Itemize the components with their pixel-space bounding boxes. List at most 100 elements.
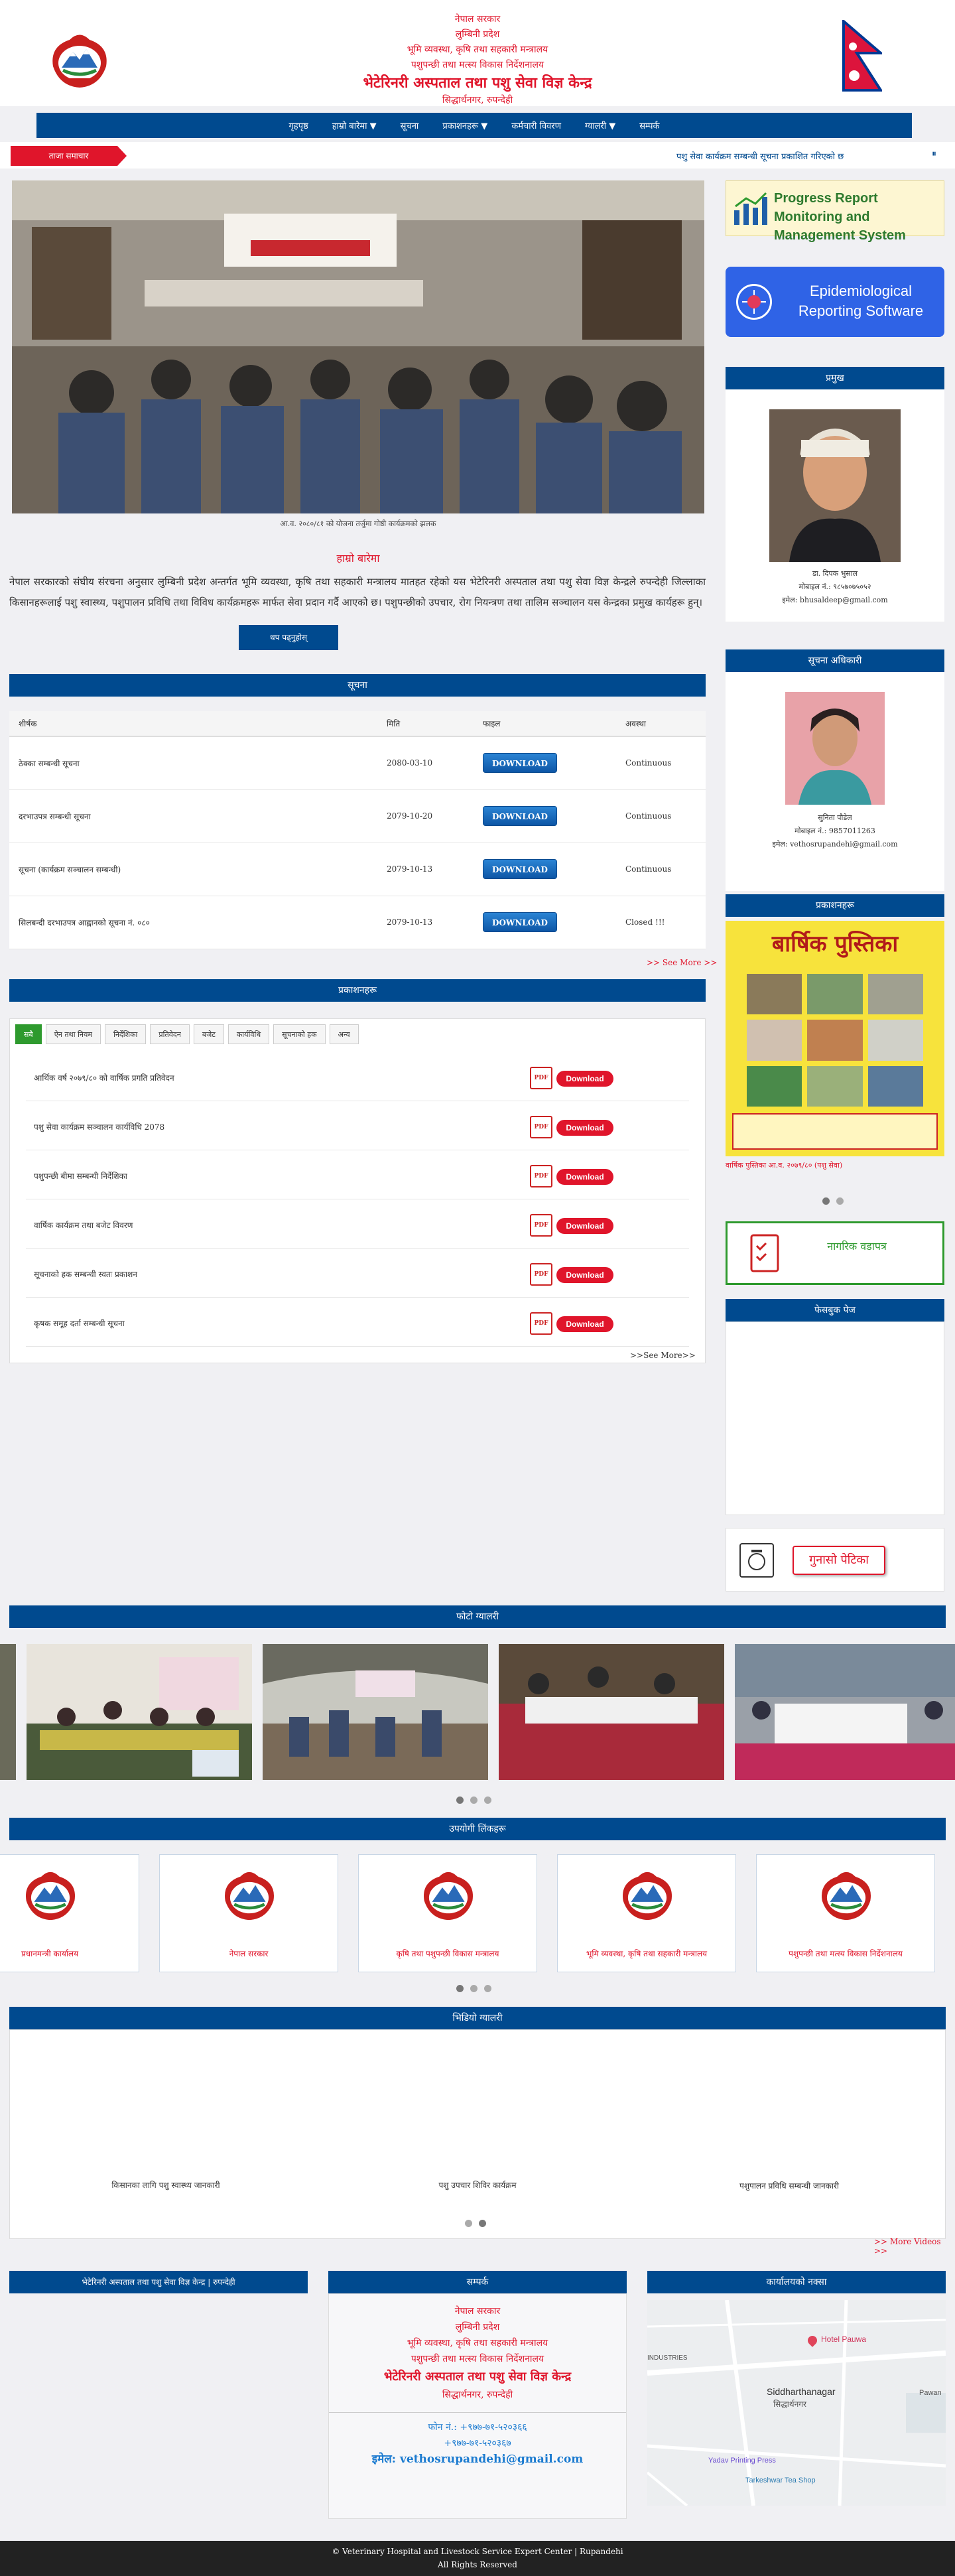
pdf-download-button[interactable]: PDF Download: [530, 1067, 616, 1089]
pdf-download-button[interactable]: PDF Download: [530, 1312, 616, 1335]
map-label-hotel: Hotel Pauwa: [821, 2335, 867, 2344]
videos-heading: भिडियो ग्यालरी: [9, 2007, 946, 2029]
notice-title[interactable]: सिलबन्दी दरभाउपत्र आह्वानको सूचना नं. ०८…: [9, 896, 377, 949]
carousel-dot[interactable]: [484, 1796, 491, 1804]
pdf-download-button[interactable]: PDF Download: [530, 1116, 616, 1138]
tab-rti[interactable]: सूचनाको हक: [273, 1024, 326, 1044]
chevron-down-icon: ▼: [481, 121, 488, 131]
link-card[interactable]: भूमि व्यवस्था, कृषि तथा सहकारी मन्त्रालय: [557, 1854, 736, 1972]
nav-item-contact[interactable]: सम्पर्क: [639, 119, 659, 131]
read-more-button[interactable]: थप पढ्नुहोस्: [239, 625, 338, 650]
tab-guidelines[interactable]: निर्देशिका: [104, 1024, 147, 1044]
notice-title[interactable]: ठेक्का सम्बन्धी सूचना: [9, 736, 377, 790]
link-card[interactable]: प्रधानमन्त्री कार्यालय: [0, 1854, 139, 1972]
footer-email[interactable]: इमेल: vethosrupandehi@gmail.com: [329, 2451, 626, 2467]
more-videos-link[interactable]: >> More Videos >>: [874, 2237, 955, 2256]
bar-chart-icon: [732, 192, 769, 226]
facebook-embed[interactable]: [726, 1322, 944, 1515]
column-header: शीर्षक: [9, 711, 377, 737]
gallery-image[interactable]: [499, 1644, 724, 1780]
tab-all[interactable]: सबै: [15, 1024, 42, 1044]
footer-office-embed[interactable]: [9, 2293, 308, 2519]
notice-status: Continuous: [616, 736, 706, 790]
pdf-download-button[interactable]: PDF Download: [530, 1165, 616, 1187]
nav-item-notice[interactable]: सूचना: [401, 119, 419, 131]
link-card[interactable]: नेपाल सरकार: [159, 1854, 338, 1972]
info-officer-email[interactable]: इमेल: vethosrupandehi@gmail.com: [726, 838, 944, 851]
pdf-download-button[interactable]: PDF Download: [530, 1214, 616, 1237]
notices-table: शीर्षक मिति फाइल अवस्था ठेक्का सम्बन्धी …: [9, 711, 706, 949]
notices-see-more-link[interactable]: >> See More >>: [647, 958, 717, 967]
footer-address-5: भेटेरिनरी अस्पताल तथा पशु सेवा विज्ञ केन…: [383, 2370, 572, 2384]
list-item: कृषक समूह दर्ता सम्बन्धी सूचना PDF Downlo…: [26, 1299, 689, 1347]
book-photo: [747, 1020, 802, 1061]
chief-email[interactable]: इमेल: bhusaldeep@gmail.com: [726, 594, 944, 607]
video-title[interactable]: किसानका लागि पशु स्वास्थ्य जानकारी: [10, 2179, 322, 2191]
publication-title[interactable]: वार्षिक कार्यक्रम तथा बजेट विवरण: [34, 1219, 133, 1231]
video-title[interactable]: पशुपालन प्रविधि सम्बन्धी जानकारी: [633, 2179, 945, 2193]
tab-reports[interactable]: प्रतिवेदन: [150, 1024, 190, 1044]
pause-icon[interactable]: ⏸: [932, 149, 936, 159]
book-photo: [807, 1065, 863, 1107]
tab-acts[interactable]: ऐन तथा नियम: [45, 1024, 101, 1044]
publications-see-more-link[interactable]: >>See More>>: [630, 1351, 696, 1360]
tab-budget[interactable]: बजेट: [193, 1024, 224, 1044]
nav-item-gallery[interactable]: ग्यालरी ▼: [585, 119, 615, 131]
download-button[interactable]: DOWNLOAD: [483, 806, 557, 826]
video-title[interactable]: पशु उपचार शिविर कार्यक्रम: [322, 2179, 633, 2191]
citizen-charter-banner[interactable]: नागरिक वडापत्र: [726, 1221, 944, 1285]
publication-title[interactable]: सूचनाको हक सम्बन्धी स्वतः प्रकाशन: [34, 1268, 137, 1280]
tab-other[interactable]: अन्य: [329, 1024, 359, 1044]
download-label: Download: [556, 1267, 613, 1283]
carousel-dot[interactable]: [484, 1985, 491, 1992]
gallery-image[interactable]: [263, 1644, 488, 1780]
gallery-image[interactable]: [0, 1644, 16, 1780]
nav-item-publications[interactable]: प्रकाशनहरू ▼: [442, 119, 487, 131]
chief-photo: [769, 409, 901, 562]
carousel-dot[interactable]: [470, 1796, 478, 1804]
pdf-download-button[interactable]: PDF Download: [530, 1263, 616, 1286]
gallery-image[interactable]: [27, 1644, 252, 1780]
carousel-dot[interactable]: [479, 2220, 486, 2227]
carousel-dot[interactable]: [470, 1985, 478, 1992]
publication-title[interactable]: कृषक समूह दर्ता सम्बन्धी सूचना: [34, 1318, 125, 1329]
nav-item-home[interactable]: गृहपृष्ठ: [288, 119, 308, 131]
download-button[interactable]: DOWNLOAD: [483, 859, 557, 879]
facebook-heading: फेसबुक पेज: [726, 1299, 944, 1322]
gallery-image[interactable]: [735, 1644, 955, 1780]
download-button[interactable]: DOWNLOAD: [483, 753, 557, 774]
tab-procedures[interactable]: कार्यविधि: [227, 1024, 270, 1044]
carousel-dot[interactable]: [456, 1985, 464, 1992]
publication-title[interactable]: पशुपन्छी बीमा सम्बन्धी निर्देशिका: [34, 1170, 127, 1182]
notice-status: Closed !!!: [616, 896, 706, 949]
carousel-dot[interactable]: [836, 1197, 844, 1205]
link-card[interactable]: पशुपन्छी तथा मत्स्य विकास निर्देशनालय: [756, 1854, 935, 1972]
download-button[interactable]: DOWNLOAD: [483, 912, 557, 932]
complaint-box-banner[interactable]: गुनासो पेटिका: [726, 1528, 944, 1592]
progress-report-banner[interactable]: Progress Report Monitoring and Managemen…: [726, 180, 944, 243]
ticker-text[interactable]: पशु सेवा कार्यक्रम सम्बन्धी सूचना प्रकाश…: [676, 150, 844, 162]
book-caption[interactable]: वार्षिक पुस्तिका आ.व. २०७९/८० (पशु सेवा): [726, 1160, 944, 1172]
nav-item-about[interactable]: हाम्रो बारेमा ▼: [332, 119, 377, 131]
carousel-dot[interactable]: [465, 2220, 472, 2227]
notice-title[interactable]: सूचना (कार्यक्रम सञ्चालन सम्बन्धी): [9, 843, 377, 896]
column-header: फाइल: [474, 711, 616, 737]
epidemiological-software-banner[interactable]: Epidemiological Reporting Software: [726, 267, 944, 337]
publication-title[interactable]: पशु सेवा कार्यक्रम सञ्चालन कार्यविधि 207…: [34, 1121, 164, 1132]
book-photo: [747, 1065, 802, 1107]
nepal-emblem-icon: [614, 1862, 680, 1928]
nav-item-staff[interactable]: कर्मचारी विवरण: [511, 119, 561, 131]
nepal-emblem-icon: [813, 1862, 879, 1928]
office-map[interactable]: Hotel Pauwa INDUSTRIES Siddharthanagar स…: [647, 2300, 946, 2506]
carousel-dot[interactable]: [456, 1796, 464, 1804]
link-label: नेपाल सरकार: [229, 1949, 269, 1958]
notice-date: 2080-03-10: [377, 736, 474, 790]
link-card[interactable]: कृषि तथा पशुपन्छी विकास मन्त्रालय: [358, 1854, 537, 1972]
notice-title[interactable]: दरभाउपत्र सम्बन्धी सूचना: [9, 789, 377, 843]
chief-name: डा. दिपक भुसाल: [812, 569, 858, 578]
annual-book-cover[interactable]: बार्षिक पुस्तिका: [726, 921, 944, 1156]
publication-title[interactable]: आर्थिक वर्ष २०७९/८० को वार्षिक प्रगति प्…: [34, 1072, 174, 1083]
nepal-emblem-icon: [43, 27, 116, 93]
carousel-dot[interactable]: [822, 1197, 830, 1205]
table-row: सिलबन्दी दरभाउपत्र आह्वानको सूचना नं. ०८…: [9, 896, 706, 949]
